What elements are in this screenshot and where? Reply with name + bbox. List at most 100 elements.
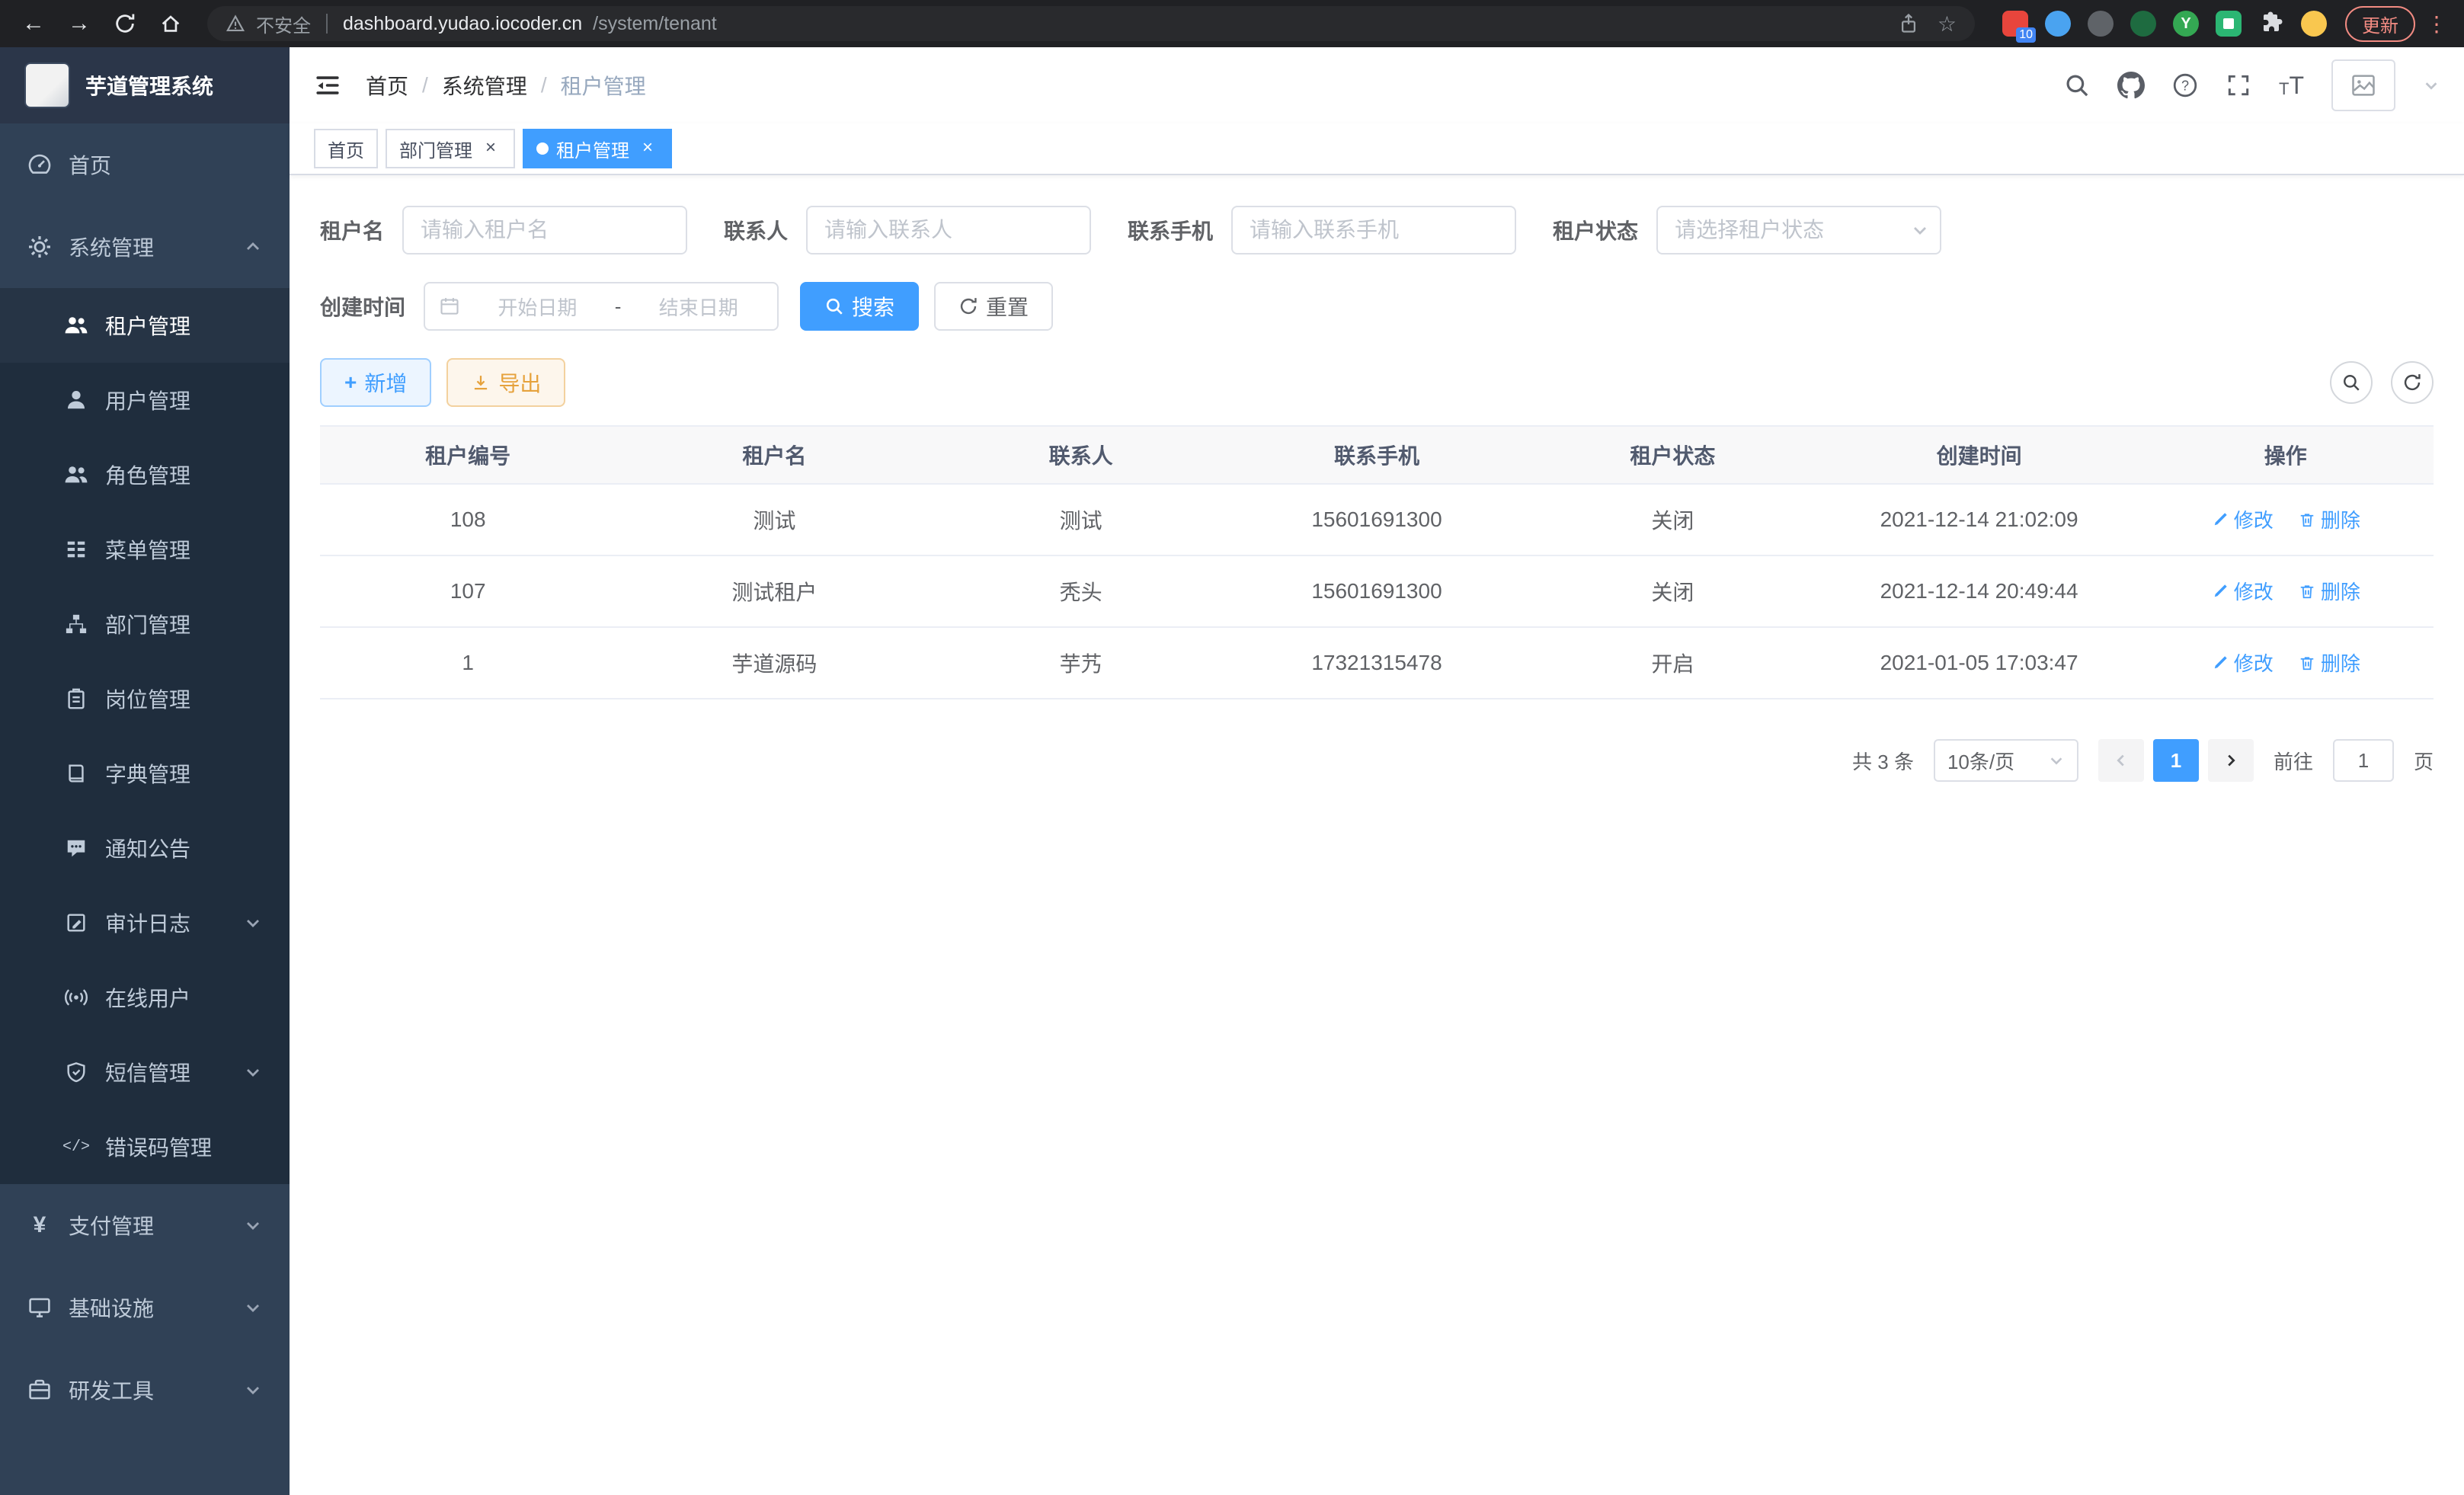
extension-glyph xyxy=(2223,18,2234,29)
sidebar-item-dept[interactable]: 部门管理 xyxy=(0,587,290,661)
breadcrumb-home[interactable]: 首页 xyxy=(366,70,408,101)
extension-icon-5[interactable]: Y xyxy=(2173,11,2199,37)
edit-link-label: 修改 xyxy=(2234,648,2274,677)
table-row: 108 测试 测试 15601691300 关闭 2021-12-14 21:0… xyxy=(320,484,2434,555)
add-button-label: 新增 xyxy=(364,367,407,398)
date-range-picker[interactable]: 开始日期 - 结束日期 xyxy=(424,282,779,331)
sidebar-fold-icon[interactable] xyxy=(314,72,341,99)
sidebar-item-online-user[interactable]: 在线用户 xyxy=(0,960,290,1035)
avatar[interactable] xyxy=(2331,59,2395,111)
reload-icon[interactable] xyxy=(107,5,143,42)
edit-link[interactable]: 修改 xyxy=(2211,577,2274,605)
total-count-label: 共 3 条 xyxy=(1852,747,1914,775)
sidebar-item-system[interactable]: 系统管理 xyxy=(0,206,290,288)
sidebar-item-audit-log[interactable]: 审计日志 xyxy=(0,885,290,960)
sidebar-item-label: 角色管理 xyxy=(105,459,190,490)
profile-avatar-icon[interactable] xyxy=(2301,11,2327,37)
sidebar-item-dict[interactable]: 字典管理 xyxy=(0,736,290,811)
warning-icon xyxy=(226,14,245,34)
sidebar-item-label: 菜单管理 xyxy=(105,534,190,565)
address-bar[interactable]: 不安全 dashboard.yudao.iocoder.cn /system/t… xyxy=(207,6,1975,41)
page-number-button[interactable]: 1 xyxy=(2153,739,2199,782)
search-button[interactable]: 搜索 xyxy=(800,282,919,331)
tenant-status-label: 租户状态 xyxy=(1553,215,1638,245)
delete-link[interactable]: 删除 xyxy=(2298,577,2360,605)
delete-link[interactable]: 删除 xyxy=(2298,648,2360,677)
tab-label: 部门管理 xyxy=(399,136,472,162)
sidebar-item-error-code[interactable]: </> 错误码管理 xyxy=(0,1109,290,1184)
logo-image xyxy=(24,62,70,108)
contact-phone-input[interactable] xyxy=(1231,206,1516,255)
sidebar-item-infra[interactable]: 基础设施 xyxy=(0,1266,290,1349)
refresh-button[interactable] xyxy=(2391,361,2434,404)
sidebar-item-menu[interactable]: 菜单管理 xyxy=(0,512,290,587)
extensions-puzzle-icon[interactable] xyxy=(2258,11,2284,37)
sidebar-item-role[interactable]: 角色管理 xyxy=(0,437,290,512)
contact-phone-label: 联系手机 xyxy=(1128,215,1213,245)
sidebar-item-label: 支付管理 xyxy=(69,1210,154,1240)
browser-toolbar: ← → 不安全 dashboard.yudao.iocoder.cn /syst… xyxy=(0,0,2464,47)
tab-home[interactable]: 首页 xyxy=(314,129,378,168)
tab-tenant[interactable]: 租户管理 × xyxy=(523,129,672,168)
next-page-button[interactable] xyxy=(2208,739,2254,782)
browser-update-button[interactable]: 更新 xyxy=(2345,6,2415,42)
cell-contact: 芋艿 xyxy=(933,627,1228,699)
add-button[interactable]: + 新增 xyxy=(320,358,431,407)
browser-menu-kebab-icon[interactable]: ⋮ xyxy=(2424,11,2449,37)
font-size-icon[interactable]: TT xyxy=(2279,73,2304,98)
sidebar-item-sms[interactable]: 短信管理 xyxy=(0,1035,290,1109)
goto-page-input[interactable] xyxy=(2333,739,2394,782)
breadcrumb-separator: / xyxy=(422,73,428,98)
tenant-status-select[interactable] xyxy=(1656,206,1941,255)
col-status: 租户状态 xyxy=(1525,426,1820,484)
extension-icon-1[interactable]: 10 xyxy=(2002,11,2028,37)
close-icon[interactable]: × xyxy=(480,138,501,159)
sidebar-item-tenant[interactable]: 租户管理 xyxy=(0,288,290,363)
toggle-search-button[interactable] xyxy=(2330,361,2373,404)
start-date-placeholder: 开始日期 xyxy=(472,293,603,321)
sms-shield-icon xyxy=(64,1060,88,1084)
cell-contact: 测试 xyxy=(933,484,1228,555)
plus-icon: + xyxy=(344,370,357,395)
page-unit-label: 页 xyxy=(2414,747,2434,775)
sidebar-item-home[interactable]: 首页 xyxy=(0,123,290,206)
sidebar-item-payment[interactable]: ¥ 支付管理 xyxy=(0,1184,290,1266)
contact-input[interactable] xyxy=(806,206,1091,255)
close-icon[interactable]: × xyxy=(637,138,658,159)
github-icon[interactable] xyxy=(2117,72,2145,99)
caret-down-icon[interactable] xyxy=(2423,77,2440,94)
font-size-large: T xyxy=(2289,73,2304,98)
infra-monitor-icon xyxy=(27,1295,52,1320)
extension-icon-6[interactable] xyxy=(2216,11,2242,37)
page-size-select[interactable]: 10条/页 xyxy=(1934,739,2078,782)
edit-link[interactable]: 修改 xyxy=(2211,648,2274,677)
extension-icon-2[interactable] xyxy=(2045,11,2071,37)
prev-page-button[interactable] xyxy=(2098,739,2144,782)
breadcrumb-system[interactable]: 系统管理 xyxy=(442,70,527,101)
extension-icon-3[interactable] xyxy=(2088,11,2114,37)
delete-link-label: 删除 xyxy=(2321,577,2360,605)
app-logo[interactable]: 芋道管理系统 xyxy=(0,47,290,123)
edit-link[interactable]: 修改 xyxy=(2211,505,2274,533)
search-icon[interactable] xyxy=(2064,72,2090,98)
help-icon[interactable]: ? xyxy=(2172,72,2198,98)
delete-link[interactable]: 删除 xyxy=(2298,505,2360,533)
sidebar-item-user[interactable]: 用户管理 xyxy=(0,363,290,437)
fullscreen-icon[interactable] xyxy=(2226,72,2251,98)
dashboard-icon xyxy=(27,152,52,177)
reset-button[interactable]: 重置 xyxy=(934,282,1053,331)
sidebar-item-post[interactable]: 岗位管理 xyxy=(0,661,290,736)
extension-icon-4[interactable] xyxy=(2130,11,2156,37)
edit-icon xyxy=(2211,511,2229,529)
tenant-name-input[interactable] xyxy=(402,206,687,255)
tab-dept[interactable]: 部门管理 × xyxy=(386,129,515,168)
sidebar-item-notice[interactable]: 通知公告 xyxy=(0,811,290,885)
bookmark-star-icon[interactable]: ☆ xyxy=(1938,11,1957,37)
sidebar-item-dev-tools[interactable]: 研发工具 xyxy=(0,1349,290,1431)
export-button[interactable]: 导出 xyxy=(446,358,565,407)
back-icon[interactable]: ← xyxy=(15,5,52,42)
share-icon[interactable] xyxy=(1898,13,1919,34)
forward-icon[interactable]: → xyxy=(61,5,98,42)
home-icon[interactable] xyxy=(152,5,189,42)
cell-created: 2021-01-05 17:03:47 xyxy=(1821,627,2138,699)
